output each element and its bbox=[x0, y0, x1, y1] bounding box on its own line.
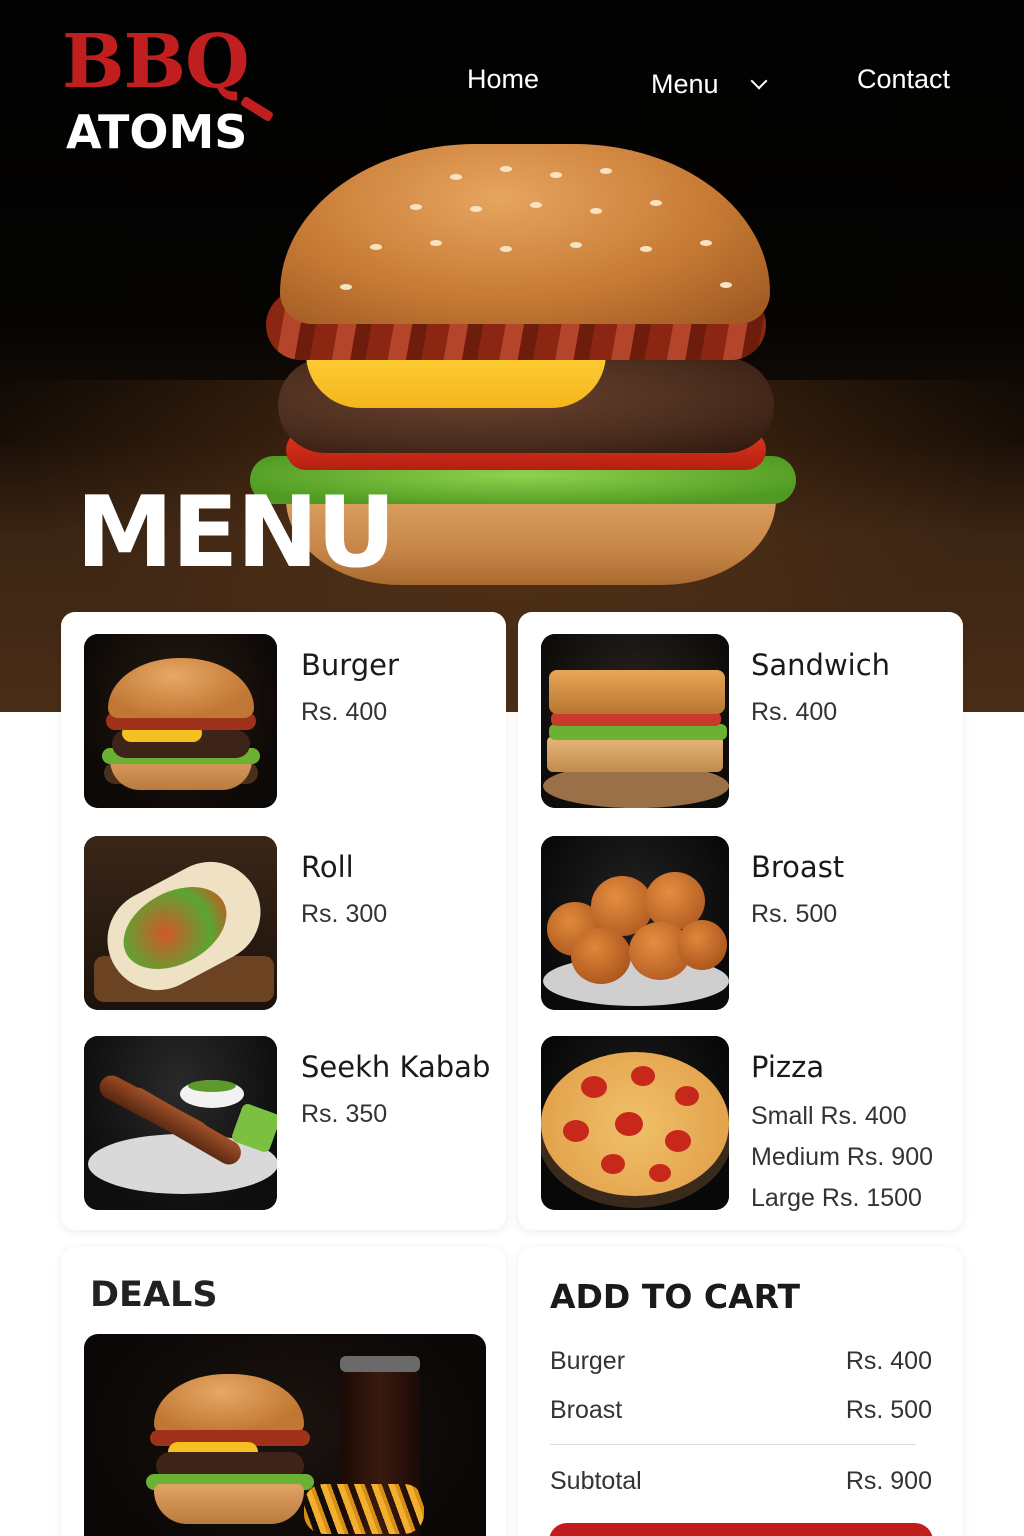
menu-item-price: Rs. 300 bbox=[301, 900, 388, 928]
subtotal-label: Subtotal bbox=[550, 1467, 642, 1495]
menu-item-price: Rs. 350 bbox=[301, 1100, 388, 1128]
pizza-size-small[interactable]: Small Rs. 400 bbox=[751, 1096, 933, 1137]
menu-item-name: Seekh Kabab bbox=[301, 1050, 491, 1084]
deal-combo-image[interactable] bbox=[84, 1334, 486, 1536]
menu-item-burger[interactable]: Burger Rs. 400 bbox=[84, 634, 494, 808]
page-title: MENU bbox=[76, 476, 396, 590]
pizza-size-list: Small Rs. 400 Medium Rs. 900 Large Rs. 1… bbox=[751, 1096, 933, 1219]
nav-home[interactable]: Home bbox=[467, 64, 539, 104]
menu-card-left: Burger Rs. 400 Roll Rs. 300 Seekh Kabab … bbox=[61, 612, 506, 1230]
hero-banner: BBQ ATOMS Home Menu Contact MENU bbox=[0, 0, 1024, 712]
menu-item-seekh-kabab[interactable]: Seekh Kabab Rs. 350 bbox=[84, 1036, 494, 1210]
menu-item-name: Roll bbox=[301, 850, 354, 884]
cart-heading: ADD TO CART bbox=[550, 1277, 801, 1316]
roll-thumbnail bbox=[84, 836, 277, 1010]
menu-item-price: Rs. 500 bbox=[751, 900, 838, 928]
cart-item-name: Broast bbox=[550, 1396, 623, 1424]
cart-item-price: Rs. 400 bbox=[845, 1347, 932, 1375]
menu-item-name: Burger bbox=[301, 648, 399, 682]
pizza-size-medium[interactable]: Medium Rs. 900 bbox=[751, 1137, 933, 1178]
seekh-kabab-thumbnail bbox=[84, 1036, 277, 1210]
broast-thumbnail bbox=[541, 836, 729, 1010]
menu-item-pizza[interactable]: Pizza Small Rs. 400 Medium Rs. 900 Large… bbox=[541, 1036, 951, 1212]
menu-card-right: Sandwich Rs. 400 Broast Rs. 500 Pizza Sm… bbox=[518, 612, 963, 1230]
sandwich-thumbnail bbox=[541, 634, 729, 808]
logo-atoms-text: ATOMS bbox=[66, 105, 248, 159]
menu-item-name: Sandwich bbox=[751, 648, 891, 682]
chevron-down-icon[interactable] bbox=[750, 72, 768, 90]
cart-item-price: Rs. 500 bbox=[845, 1396, 932, 1424]
menu-item-broast[interactable]: Broast Rs. 500 bbox=[541, 836, 951, 1010]
menu-item-sandwich[interactable]: Sandwich Rs. 400 bbox=[541, 634, 951, 808]
menu-item-name: Broast bbox=[751, 850, 845, 884]
logo-bbq-text: BBQ bbox=[62, 19, 250, 105]
cart-line-item: Burger Rs. 400 bbox=[550, 1347, 932, 1376]
nav-menu[interactable]: Menu bbox=[651, 64, 768, 104]
menu-item-price: Rs. 400 bbox=[301, 698, 388, 726]
cart-line-item: Broast Rs. 500 bbox=[550, 1396, 932, 1425]
burger-thumbnail bbox=[84, 634, 277, 808]
menu-item-price: Rs. 400 bbox=[751, 698, 838, 726]
cart-divider bbox=[550, 1444, 916, 1445]
menu-item-roll[interactable]: Roll Rs. 300 bbox=[84, 836, 494, 1010]
cart-subtotal-row: Subtotal Rs. 900 bbox=[550, 1467, 932, 1496]
pizza-size-large[interactable]: Large Rs. 1500 bbox=[751, 1178, 933, 1219]
nav-contact[interactable]: Contact bbox=[857, 64, 950, 104]
deals-heading: DEALS bbox=[90, 1275, 218, 1315]
subtotal-value: Rs. 900 bbox=[845, 1467, 932, 1495]
nav-menu-label: Menu bbox=[651, 68, 719, 99]
pizza-thumbnail bbox=[541, 1036, 729, 1210]
cart-card: ADD TO CART Burger Rs. 400 Broast Rs. 50… bbox=[518, 1247, 963, 1536]
checkout-button[interactable] bbox=[549, 1523, 933, 1536]
cart-item-name: Burger bbox=[550, 1347, 626, 1375]
menu-item-name: Pizza bbox=[751, 1050, 825, 1084]
deals-card: DEALS bbox=[61, 1247, 506, 1536]
